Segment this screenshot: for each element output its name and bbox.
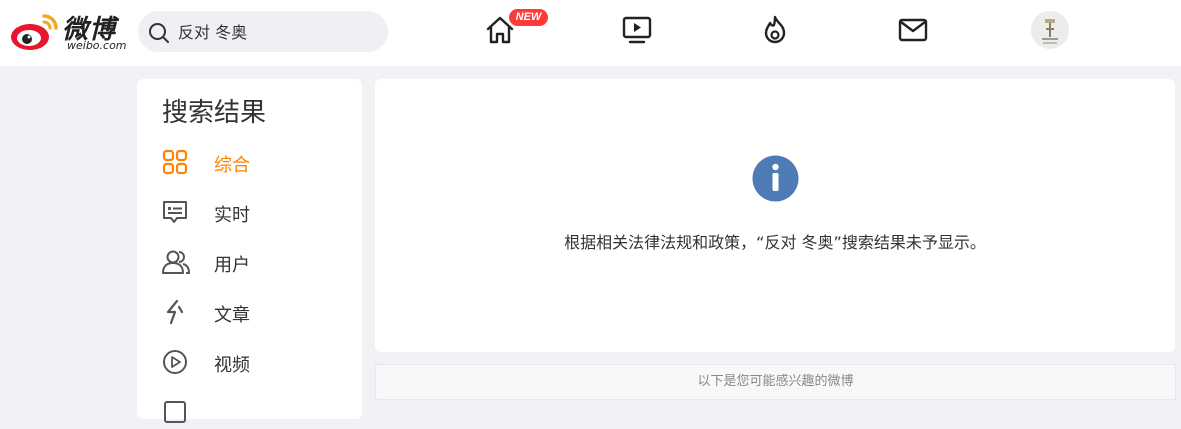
- search-box[interactable]: [138, 11, 388, 52]
- sidebar-item-users[interactable]: 用户: [162, 243, 352, 279]
- search-input[interactable]: [178, 18, 378, 44]
- weibo-logo[interactable]: 微博 weibo.com: [10, 9, 127, 53]
- sidebar-item-more[interactable]: [162, 393, 352, 429]
- search-result-panel: 根据相关法律法规和政策，“反对 冬奥”搜索结果未予显示。: [375, 79, 1175, 352]
- sidebar-item-articles[interactable]: 文章: [162, 293, 352, 329]
- play-circle-icon: [163, 350, 187, 374]
- info-icon: [752, 155, 799, 202]
- sidebar-item-realtime[interactable]: 实时: [162, 193, 352, 229]
- lightning-icon: [166, 299, 184, 325]
- avatar[interactable]: [1031, 11, 1069, 49]
- search-filter-sidebar: 搜索结果 综合 实时 用户 文章 视频: [137, 79, 362, 423]
- sidebar-item-label: 综合: [214, 155, 250, 176]
- new-badge: NEW: [509, 9, 548, 26]
- sidebar-title: 搜索结果: [162, 98, 267, 128]
- sidebar-item-comprehensive[interactable]: 综合: [162, 143, 352, 179]
- logo-domain: weibo.com: [67, 39, 127, 52]
- sidebar-item-label: 实时: [214, 205, 250, 226]
- weibo-eye-icon: [11, 14, 58, 50]
- top-navigation-bar: 微博 weibo.com NEW: [0, 0, 1181, 66]
- sidebar-item-label: 用户: [214, 255, 250, 276]
- message-icon: [163, 201, 187, 223]
- search-icon: [149, 23, 169, 43]
- sidebar-item-label: 视频: [214, 355, 250, 376]
- flame-icon[interactable]: [759, 14, 791, 46]
- recommendation-header: 以下是您可能感兴趣的微博: [375, 364, 1176, 400]
- users-icon: [162, 250, 190, 274]
- blocked-results-notice: 根据相关法律法规和政策，“反对 冬奥”搜索结果未予显示。: [564, 233, 986, 252]
- sidebar-item-video[interactable]: 视频: [162, 343, 352, 379]
- avatar-image-icon: [1031, 11, 1069, 49]
- video-icon[interactable]: [621, 14, 653, 46]
- sidebar-item-label: 文章: [214, 305, 250, 326]
- mail-icon[interactable]: [897, 14, 929, 46]
- grid-icon: [162, 149, 188, 175]
